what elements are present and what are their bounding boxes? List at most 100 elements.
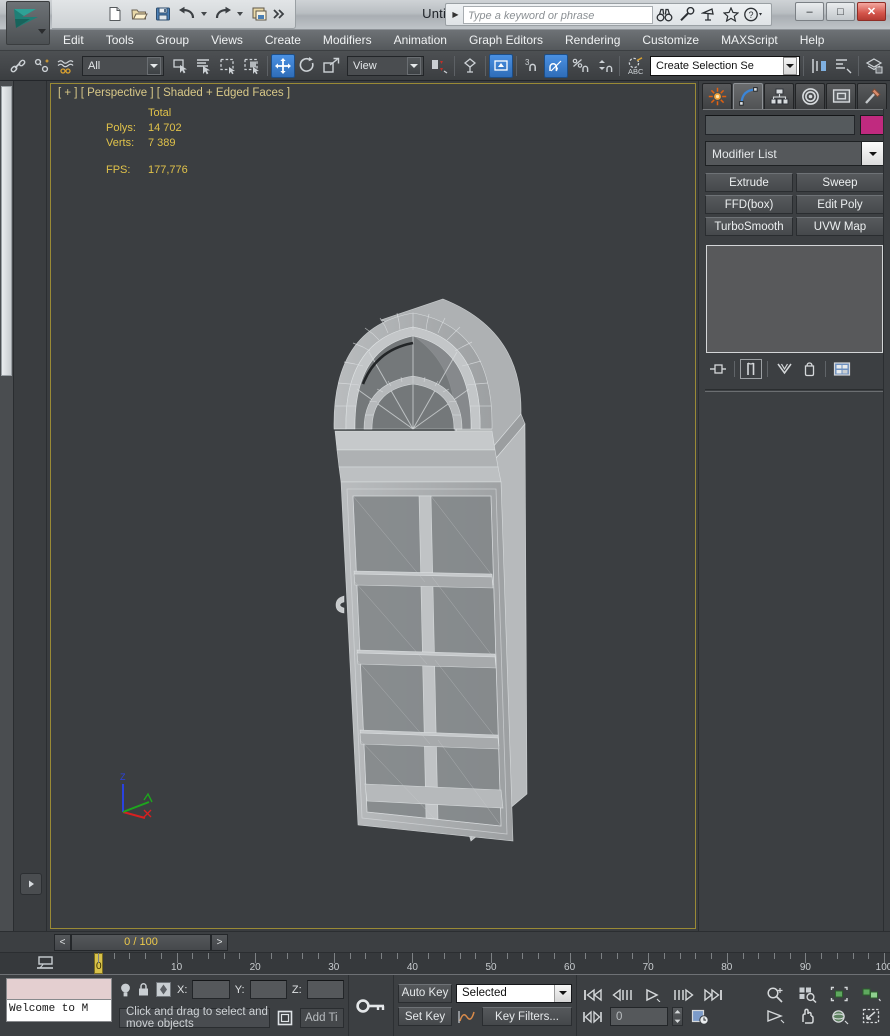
command-panel-scrollbar[interactable] — [883, 109, 890, 931]
menu-item-graph-editors[interactable]: Graph Editors — [458, 31, 554, 50]
set-key-curve-button[interactable] — [456, 1006, 478, 1028]
named-selection-set-combo[interactable]: Create Selection Se — [650, 56, 800, 76]
modifier-list-dropdown[interactable]: Modifier List — [705, 141, 884, 166]
search-input[interactable]: Type a keyword or phrase — [463, 6, 653, 24]
grid-toggle-button[interactable] — [274, 1008, 296, 1028]
x-coord-input[interactable] — [192, 980, 229, 999]
set-key-button[interactable]: Set Key — [398, 1007, 452, 1026]
key-filter-set-combo[interactable]: Selected — [456, 984, 572, 1003]
expand-panel-button[interactable] — [20, 873, 42, 895]
selection-filter-combo[interactable]: All — [82, 56, 164, 76]
align-button[interactable] — [831, 54, 855, 78]
menu-item-modifiers[interactable]: Modifiers — [312, 31, 383, 50]
chevron-down-icon[interactable] — [783, 57, 797, 75]
pan-view-button[interactable] — [793, 1007, 821, 1026]
select-and-rotate-button[interactable] — [295, 54, 319, 78]
isolate-selection-button[interactable] — [155, 979, 172, 1001]
key-mode-button[interactable] — [354, 995, 388, 1017]
zoom-extents-button[interactable] — [825, 985, 853, 1004]
time-slider-handle[interactable]: 0 / 100 — [71, 934, 211, 951]
go-to-end-button[interactable] — [700, 985, 726, 1004]
search-expand-caret-icon[interactable]: ▶ — [449, 10, 462, 19]
show-end-result-button[interactable] — [740, 359, 762, 379]
rectangular-selection-region-button[interactable] — [216, 54, 240, 78]
menu-item-create[interactable]: Create — [254, 31, 312, 50]
object-name-input[interactable] — [705, 115, 855, 135]
select-and-place-button[interactable] — [458, 54, 482, 78]
pin-stack-button[interactable] — [707, 359, 729, 379]
favorites-button[interactable] — [720, 5, 741, 25]
select-by-name-button[interactable] — [192, 54, 216, 78]
use-pivot-center-button[interactable] — [427, 54, 451, 78]
previous-frame-button[interactable] — [610, 985, 636, 1004]
select-and-link-button[interactable] — [6, 54, 30, 78]
create-tab[interactable] — [702, 83, 732, 109]
wrench-button[interactable] — [676, 5, 697, 25]
spinner-snap-toggle-button[interactable] — [592, 54, 616, 78]
modifier-button-sweep[interactable]: Sweep — [796, 173, 884, 192]
motion-tab[interactable] — [795, 83, 825, 109]
window-crossing-toggle-button[interactable] — [240, 54, 264, 78]
modifier-button-turbosmooth[interactable]: TurboSmooth — [705, 217, 793, 236]
modifier-button-uvw-map[interactable]: UVW Map — [796, 217, 884, 236]
select-and-scale-button[interactable] — [319, 54, 343, 78]
menu-item-group[interactable]: Group — [145, 31, 200, 50]
chevron-down-icon[interactable] — [861, 142, 883, 165]
menu-item-rendering[interactable]: Rendering — [554, 31, 631, 50]
object-color-swatch[interactable] — [860, 115, 884, 135]
hierarchy-tab[interactable] — [764, 83, 794, 109]
modifier-button-edit-poly[interactable]: Edit Poly — [796, 195, 884, 214]
perspective-viewport[interactable]: [ + ] [ Perspective ] [ Shaded + Edged F… — [50, 83, 696, 929]
listener-input-line[interactable] — [6, 978, 112, 1000]
unlink-selection-button[interactable] — [30, 54, 54, 78]
help-button[interactable]: ? — [742, 5, 768, 25]
frame-spinner[interactable] — [672, 1007, 683, 1026]
auto-key-button[interactable]: Auto Key — [398, 984, 452, 1003]
current-frame-input[interactable]: 0 — [610, 1007, 668, 1026]
chevron-down-icon[interactable] — [554, 985, 571, 1002]
menu-item-maxscript[interactable]: MAXScript — [710, 31, 789, 50]
key-mode-toggle-button[interactable] — [580, 1007, 606, 1026]
utilities-tab[interactable] — [857, 83, 887, 109]
reference-coordinate-combo[interactable]: View — [347, 56, 424, 76]
menu-item-help[interactable]: Help — [789, 31, 836, 50]
chevron-down-icon[interactable] — [407, 57, 421, 75]
key-filters-button[interactable]: Key Filters... — [482, 1007, 572, 1026]
zoom-button[interactable] — [761, 985, 789, 1004]
next-frame-button[interactable] — [670, 985, 696, 1004]
previous-frame-arrow-button[interactable]: < — [54, 934, 71, 951]
select-and-move-button[interactable] — [271, 54, 295, 78]
mirror-tool-button[interactable] — [807, 54, 831, 78]
z-coord-input[interactable] — [307, 980, 344, 999]
satellite-button[interactable] — [698, 5, 719, 25]
field-of-view-button[interactable] — [761, 1007, 789, 1026]
menu-item-edit[interactable]: Edit — [52, 31, 95, 50]
listener-output-line[interactable]: Welcome to M — [6, 1000, 112, 1022]
menu-item-tools[interactable]: Tools — [95, 31, 145, 50]
percent-snap-toggle-button[interactable] — [568, 54, 592, 78]
scene-explorer-button[interactable] — [886, 54, 890, 78]
display-tab[interactable] — [826, 83, 856, 109]
mirror-button[interactable] — [489, 54, 513, 78]
go-to-start-button[interactable] — [580, 985, 606, 1004]
next-frame-arrow-button[interactable]: > — [211, 934, 228, 951]
layer-explorer-button[interactable] — [862, 54, 886, 78]
time-configuration-button[interactable] — [687, 1007, 713, 1026]
left-scrollbar-thumb[interactable] — [1, 86, 12, 376]
make-unique-button[interactable] — [773, 359, 795, 379]
bind-to-space-warp-button[interactable] — [54, 54, 78, 78]
menu-item-views[interactable]: Views — [200, 31, 254, 50]
maximize-viewport-toggle-button[interactable] — [857, 1007, 885, 1026]
angle-snap-toggle-button[interactable] — [544, 54, 568, 78]
modifier-button-ffd-box[interactable]: FFD(box) — [705, 195, 793, 214]
track-bar-mode-button[interactable] — [0, 953, 92, 974]
modifier-stack-list[interactable] — [706, 245, 883, 353]
menu-item-animation[interactable]: Animation — [383, 31, 458, 50]
minimize-button[interactable]: – — [795, 2, 824, 21]
menu-item-customize[interactable]: Customize — [631, 31, 710, 50]
snaps-toggle-3-button[interactable]: 3 — [520, 54, 544, 78]
y-coord-input[interactable] — [250, 980, 287, 999]
configure-modifier-sets-button[interactable] — [831, 359, 853, 379]
add-time-tag-button[interactable]: Add Ti — [300, 1008, 344, 1028]
modify-tab[interactable] — [733, 83, 763, 109]
